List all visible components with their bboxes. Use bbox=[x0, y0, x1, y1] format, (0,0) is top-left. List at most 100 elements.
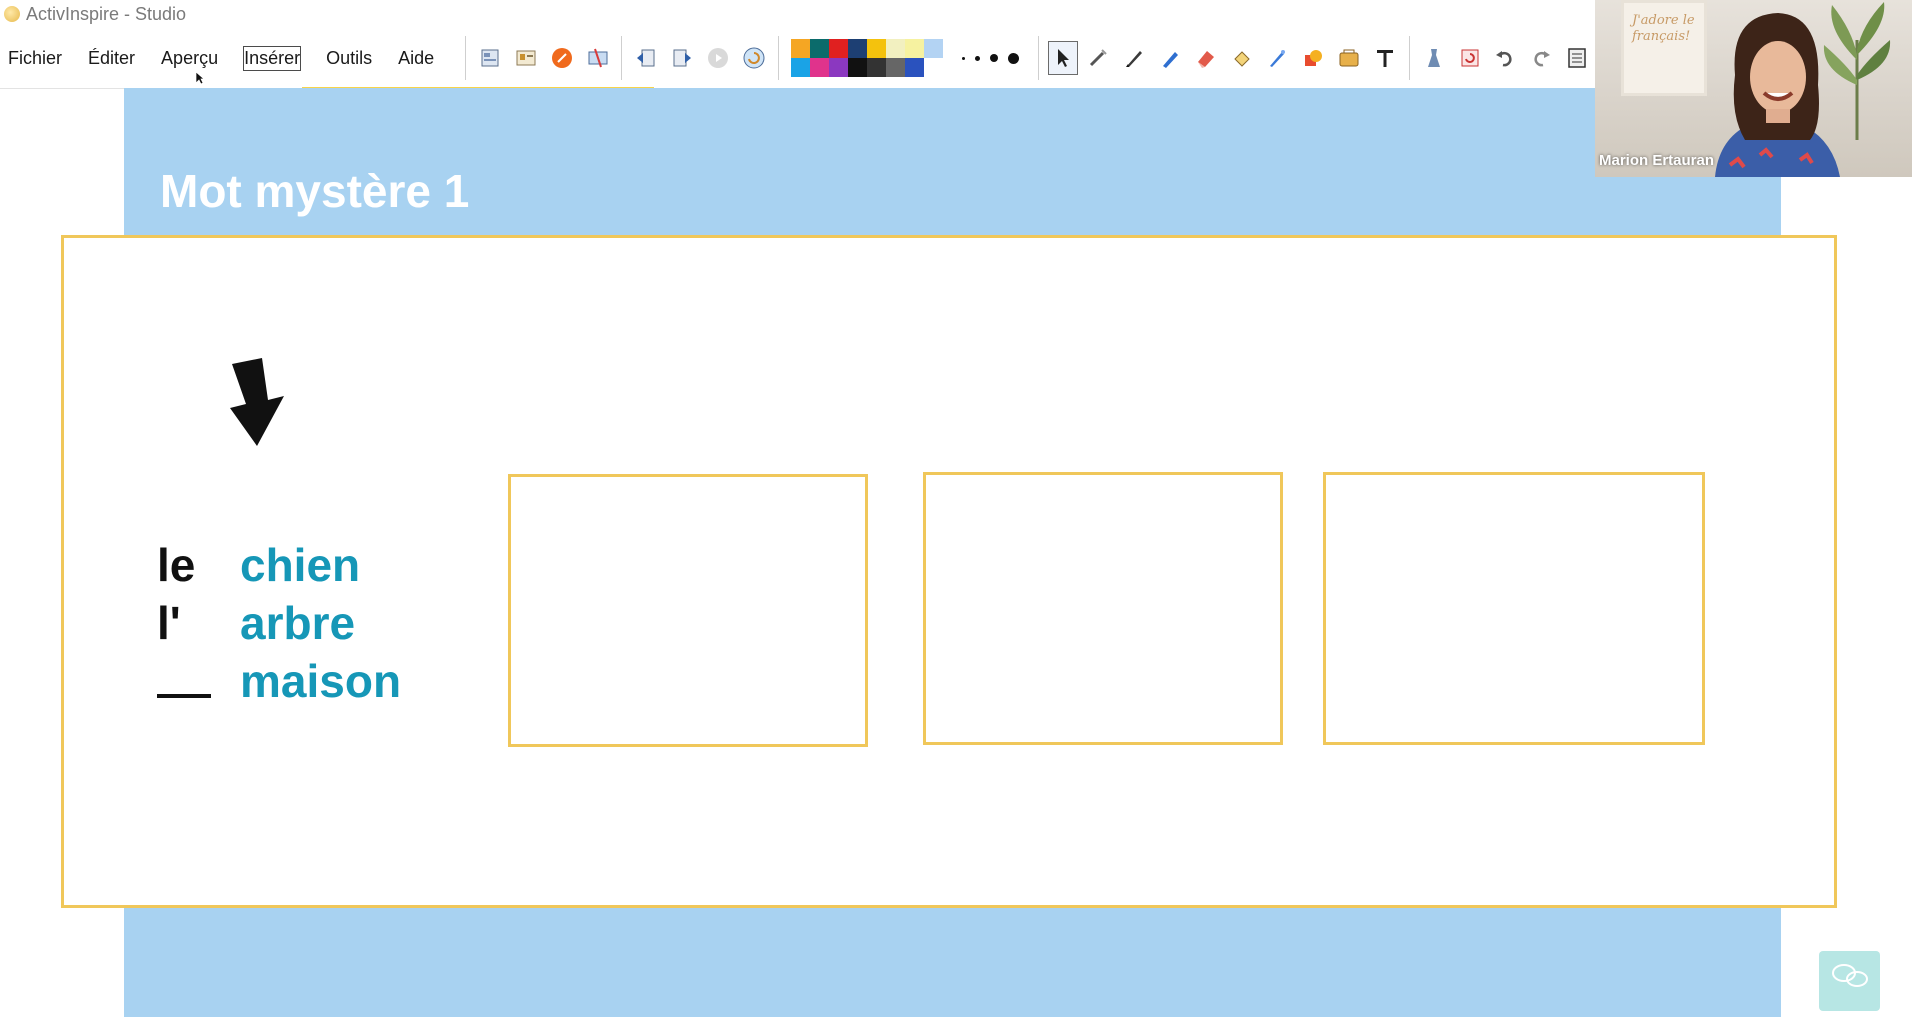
color-swatch-14[interactable] bbox=[885, 58, 905, 77]
toolbar-divider bbox=[777, 36, 779, 80]
play-button[interactable] bbox=[703, 41, 733, 75]
connector-icon bbox=[1339, 49, 1359, 67]
document-button[interactable] bbox=[1562, 41, 1592, 75]
color-swatch-7[interactable] bbox=[904, 39, 924, 58]
color-swatch-6[interactable] bbox=[885, 39, 905, 58]
redo-icon bbox=[1534, 51, 1551, 67]
pen-tool-button[interactable] bbox=[1119, 41, 1149, 75]
next-page-icon bbox=[673, 49, 692, 67]
shape-icon bbox=[1305, 50, 1323, 66]
main-toolbar: Fichier Éditer Aperçu Insérer Outils Aid… bbox=[0, 28, 1595, 88]
tools-button[interactable] bbox=[1419, 41, 1449, 75]
pen-size-small[interactable] bbox=[961, 56, 965, 60]
menu-aide[interactable]: Aide bbox=[397, 46, 435, 71]
noun-chien[interactable]: chien bbox=[240, 536, 401, 594]
activinspire-dashboard-button[interactable] bbox=[547, 41, 577, 75]
toolbar-divider bbox=[465, 36, 467, 80]
eraser-icon bbox=[1197, 51, 1214, 68]
toolbar-divider bbox=[1037, 36, 1039, 80]
resource-icon bbox=[516, 50, 536, 66]
text-icon bbox=[1376, 50, 1393, 67]
color-swatch-11[interactable] bbox=[828, 58, 848, 77]
activinspire-logo-icon bbox=[4, 6, 20, 22]
magic-ink-icon bbox=[1090, 49, 1108, 67]
reset-page-button[interactable] bbox=[739, 41, 769, 75]
fill-button[interactable] bbox=[1227, 41, 1257, 75]
pen-icon bbox=[1126, 51, 1143, 67]
reset-page-icon bbox=[743, 47, 765, 69]
speech-bubbles-icon bbox=[1831, 964, 1868, 987]
pen-size-selector bbox=[957, 52, 1024, 64]
menu-fichier[interactable]: Fichier bbox=[7, 46, 63, 71]
shape-button[interactable] bbox=[1298, 41, 1328, 75]
reset-button[interactable] bbox=[1455, 41, 1485, 75]
color-swatch-1[interactable] bbox=[790, 39, 810, 58]
color-swatch-2[interactable] bbox=[809, 39, 829, 58]
pen-size-large[interactable] bbox=[989, 54, 998, 62]
noun-list: chien arbre maison bbox=[240, 536, 401, 710]
answer-box-2[interactable] bbox=[923, 472, 1283, 745]
mouse-cursor-icon bbox=[195, 71, 205, 85]
article-list: le l' bbox=[157, 536, 211, 698]
fill-icon bbox=[1233, 51, 1250, 67]
eraser-button[interactable] bbox=[1191, 41, 1221, 75]
color-swatch-5[interactable] bbox=[866, 39, 886, 58]
redo-button[interactable] bbox=[1526, 41, 1556, 75]
channel-watermark-logo bbox=[1819, 951, 1880, 1011]
highlighter-icon bbox=[1163, 52, 1179, 68]
marker-icon bbox=[1270, 50, 1286, 67]
page-browser-button[interactable] bbox=[475, 41, 505, 75]
menu-inserer[interactable]: Insérer bbox=[243, 45, 302, 71]
screen-tool-button[interactable] bbox=[583, 41, 613, 75]
menu-editer[interactable]: Éditer bbox=[87, 46, 136, 71]
select-icon bbox=[1057, 49, 1069, 67]
select-tool-button[interactable] bbox=[1047, 41, 1078, 75]
color-swatch-3[interactable] bbox=[828, 39, 848, 58]
refresh-icon bbox=[1461, 49, 1479, 67]
noun-arbre[interactable]: arbre bbox=[240, 594, 401, 652]
resource-browser-button[interactable] bbox=[511, 41, 541, 75]
color-swatch-4[interactable] bbox=[847, 39, 867, 58]
marker-button[interactable] bbox=[1263, 41, 1293, 75]
undo-button[interactable] bbox=[1490, 41, 1520, 75]
color-swatch-15[interactable] bbox=[904, 58, 924, 77]
menu-apercu[interactable]: Aperçu bbox=[160, 46, 219, 71]
toolbar-divider bbox=[621, 36, 623, 80]
tools-icon bbox=[1427, 49, 1440, 67]
play-icon bbox=[707, 48, 728, 68]
participant-name: Marion Ertauran bbox=[1599, 152, 1715, 169]
previous-page-icon bbox=[637, 49, 655, 67]
window-titlebar: ActivInspire - Studio bbox=[0, 0, 1595, 28]
answer-box-3[interactable] bbox=[1323, 472, 1705, 745]
slide-title: Mot mystère 1 bbox=[160, 165, 470, 217]
color-swatch-16[interactable] bbox=[923, 58, 943, 77]
article-blank bbox=[157, 694, 211, 698]
pen-size-xlarge[interactable] bbox=[1007, 52, 1019, 64]
connector-button[interactable] bbox=[1334, 41, 1364, 75]
previous-page-button[interactable] bbox=[631, 41, 661, 75]
text-tool-button[interactable] bbox=[1370, 41, 1400, 75]
toolbar-divider bbox=[1408, 36, 1410, 80]
menu-bar: Fichier Éditer Aperçu Insérer Outils Aid… bbox=[0, 28, 459, 88]
answer-box-1[interactable] bbox=[508, 474, 868, 747]
color-swatch-12[interactable] bbox=[847, 58, 867, 77]
pen-size-medium[interactable] bbox=[974, 55, 980, 61]
undo-icon bbox=[1496, 51, 1512, 67]
webcam-video: J'adore le français! Marion Ertauran bbox=[1595, 0, 1912, 177]
article-le[interactable]: le bbox=[157, 536, 211, 594]
color-swatch-13[interactable] bbox=[866, 58, 886, 77]
color-swatch-9[interactable] bbox=[790, 58, 810, 77]
down-arrow-icon[interactable] bbox=[226, 356, 288, 448]
menu-outils[interactable]: Outils bbox=[325, 46, 373, 71]
color-swatch-10[interactable] bbox=[809, 58, 829, 77]
magic-ink-button[interactable] bbox=[1084, 41, 1114, 75]
highlighter-button[interactable] bbox=[1155, 41, 1185, 75]
noun-maison[interactable]: maison bbox=[240, 652, 401, 710]
article-l-apostrophe[interactable]: l' bbox=[157, 594, 211, 652]
page-browser-icon bbox=[481, 49, 499, 67]
color-palette bbox=[790, 39, 943, 77]
color-swatch-8[interactable] bbox=[923, 39, 943, 58]
pen-orange-icon bbox=[551, 48, 572, 68]
next-page-button[interactable] bbox=[667, 41, 697, 75]
window-title: ActivInspire - Studio bbox=[26, 3, 187, 24]
